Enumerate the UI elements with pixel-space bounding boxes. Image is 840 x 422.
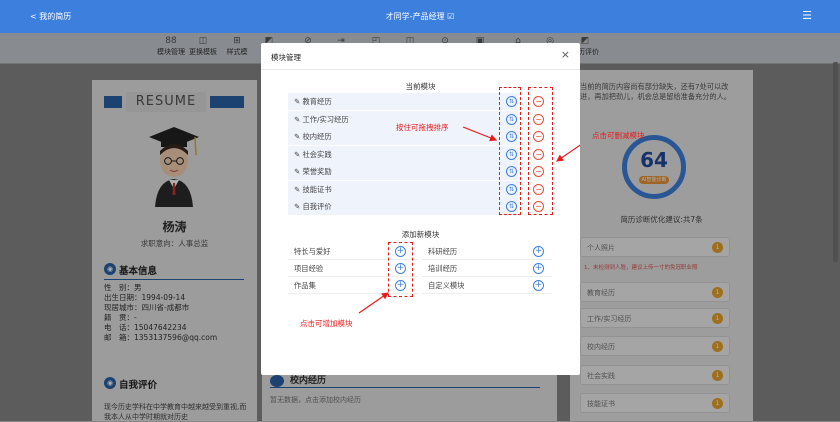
delete-arrow [556, 144, 580, 162]
add-arrow [358, 292, 389, 314]
addable-module-name: 特长与爱好 [294, 247, 331, 256]
module-label[interactable]: ✎ 荣誉奖励 [294, 167, 332, 177]
close-icon[interactable]: × [561, 48, 570, 61]
drag-annotation: 按住可拖拽排序 [396, 123, 449, 132]
addable-module-grid: 特长与爱好 + 科研经历 + 项目经验 + 培训经历 + 作品集 + 自定义模块 + [288, 243, 552, 295]
addable-module-name: 项目经验 [294, 264, 324, 273]
module-label[interactable]: ✎ 自我评价 [294, 202, 332, 212]
module-label[interactable]: ✎ 社会实践 [294, 150, 332, 160]
module-label[interactable]: ✎ 教育经历 [294, 97, 332, 107]
current-module-row: ✎ 技能证书 ⇅ − [288, 180, 544, 198]
add-modules-header: 添加新模块 [401, 230, 440, 239]
addable-module: 自定义模块 + [422, 277, 552, 294]
module-name: 自我评价 [302, 202, 332, 211]
addable-module-name: 科研经历 [428, 247, 458, 256]
module-label[interactable]: ✎ 工作/实习经历 [294, 115, 349, 125]
addable-module-name: 作品集 [294, 281, 316, 290]
delete-buttons-highlight [528, 87, 553, 215]
current-module-row: ✎ 荣誉奖励 ⇅ − [288, 163, 544, 180]
addable-module-name: 自定义模块 [428, 281, 465, 290]
add-module-icon[interactable]: + [533, 280, 544, 291]
module-name: 社会实践 [302, 149, 332, 159]
module-management-dialog: 模块管理 × 当前模块 ✎ 教育经历 ⇅ − ✎ 工作/实习经历 ⇅ − ✎ 校内经历 ⇅ − ✎… [261, 43, 580, 375]
resume-title[interactable]: 才同学-产品经理 ☑ [0, 11, 840, 22]
menu-icon[interactable]: ☰ [802, 9, 812, 22]
top-bar: < 我的简历 才同学-产品经理 ☑ ☰ [0, 0, 840, 33]
addable-module: 培训经历 + [422, 260, 552, 277]
dialog-title: 模块管理 [271, 53, 301, 62]
drag-handles-highlight [499, 87, 521, 215]
add-annotation: 点击可增加模块 [300, 319, 353, 328]
module-name: 校内经历 [302, 132, 332, 141]
current-module-row: ✎ 教育经历 ⇅ − [288, 93, 544, 110]
module-label[interactable]: ✎ 技能证书 [294, 185, 332, 195]
delete-annotation: 点击可删减模块 [592, 131, 645, 140]
module-name: 教育经历 [302, 97, 332, 106]
module-name: 工作/实习经历 [302, 114, 349, 124]
add-module-icon[interactable]: + [533, 246, 544, 257]
dialog-divider [261, 69, 580, 70]
add-module-icon[interactable]: + [533, 263, 544, 274]
current-module-row: ✎ 社会实践 ⇅ − [288, 145, 544, 163]
add-buttons-highlight [388, 242, 413, 297]
module-name: 技能证书 [302, 184, 332, 194]
module-name: 荣誉奖励 [302, 167, 332, 176]
addable-module: 科研经历 + [422, 243, 552, 260]
current-module-row: ✎ 自我评价 ⇅ − [288, 198, 544, 215]
addable-module-name: 培训经历 [428, 264, 458, 273]
module-label[interactable]: ✎ 校内经历 [294, 132, 332, 142]
